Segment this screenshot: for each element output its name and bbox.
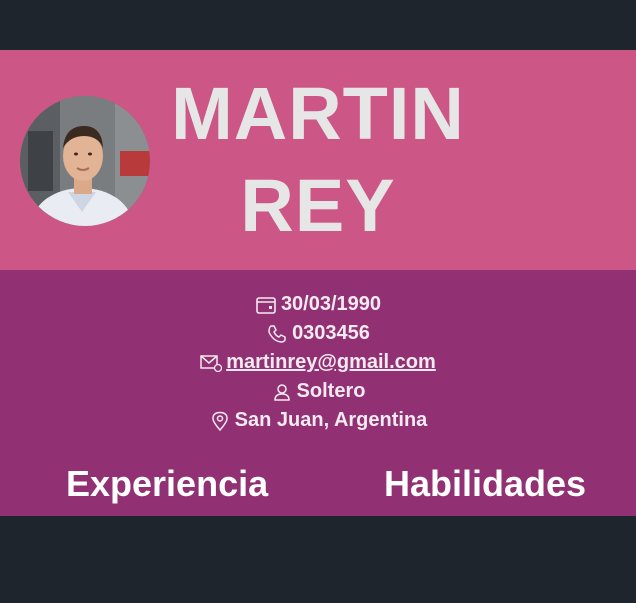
person-icon — [271, 381, 293, 403]
email-link[interactable]: martinrey@gmail.com — [226, 348, 436, 377]
phone-icon — [266, 323, 288, 345]
birthdate-text: 30/03/1990 — [280, 293, 382, 315]
first-name: MARTIN — [171, 72, 465, 155]
experience-heading: Experiencia — [66, 463, 269, 504]
profile-photo — [20, 96, 150, 226]
location-text: San Juan, Argentina — [234, 409, 428, 431]
status-row: Soltero — [0, 377, 636, 406]
email-row: martinrey@gmail.com — [0, 348, 636, 377]
skills-heading: Habilidades — [384, 463, 587, 504]
status-text: Soltero — [296, 380, 366, 402]
phone-text: 0303456 — [292, 322, 370, 344]
profile-name: MARTIN REY — [160, 68, 476, 252]
top-bar — [0, 0, 636, 50]
location-pin-icon — [209, 410, 231, 432]
birthdate-row: 30/03/1990 — [0, 290, 636, 319]
calendar-icon — [255, 294, 277, 316]
profile-header: MARTIN REY — [0, 50, 636, 270]
contact-info: 30/03/1990 0303456 martinrey@gmail.com S… — [0, 270, 636, 516]
location-row: San Juan, Argentina — [0, 406, 636, 435]
section-headings: Experiencia Habilidades — [0, 460, 636, 516]
profile-avatar — [20, 96, 150, 226]
bottom-bar — [0, 516, 636, 603]
contact-list: 30/03/1990 0303456 martinrey@gmail.com S… — [0, 270, 636, 435]
email-icon — [200, 352, 223, 374]
phone-row: 0303456 — [0, 319, 636, 348]
last-name: REY — [240, 164, 396, 247]
